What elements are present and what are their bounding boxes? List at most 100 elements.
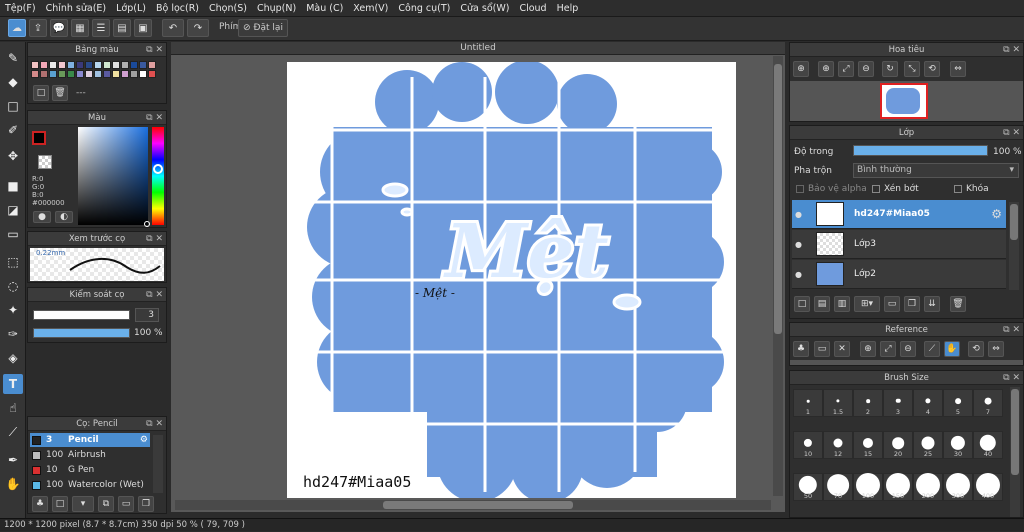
eraser-tool-icon[interactable]: ◆: [3, 72, 23, 92]
color-swatch[interactable]: [58, 61, 66, 69]
color-swatch[interactable]: [130, 61, 138, 69]
brush-size-option[interactable]: 100: [853, 472, 883, 501]
brush-size-option[interactable]: 200: [913, 472, 943, 501]
brush-opacity-slider[interactable]: [33, 328, 130, 338]
select-eraser-tool-icon[interactable]: ◈: [3, 348, 23, 368]
navigator-preview[interactable]: [790, 81, 1023, 121]
reference-close-icon[interactable]: ✕: [834, 341, 850, 357]
brush-size-option[interactable]: 30: [943, 431, 973, 459]
menu-view[interactable]: Xem(V): [348, 0, 393, 17]
eye-icon[interactable]: ●: [795, 270, 807, 279]
pen-tool-icon[interactable]: ✐: [3, 120, 23, 140]
brush-item-pencil[interactable]: 3 Pencil ⚙: [30, 433, 150, 447]
rotate-icon[interactable]: ↻: [882, 61, 898, 77]
menu-filter[interactable]: Bộ lọc(R): [151, 0, 204, 17]
panel-controls-icon[interactable]: ⧉ ✕: [146, 288, 163, 302]
hand-tool-icon[interactable]: ✋: [3, 474, 23, 494]
color-swatch[interactable]: [121, 61, 129, 69]
brush-menu-icon[interactable]: ▾: [72, 496, 94, 512]
color-swatch[interactable]: [139, 61, 147, 69]
brush-size-option[interactable]: 12: [823, 431, 853, 459]
eye-icon[interactable]: ●: [795, 240, 807, 249]
panel-controls-icon[interactable]: ⧉ ✕: [1003, 371, 1020, 385]
brush-size-option[interactable]: 1: [793, 389, 823, 417]
layer-row[interactable]: ● Lớp3: [792, 230, 1006, 259]
flip-icon[interactable]: ⇔: [950, 61, 966, 77]
panels-icon[interactable]: ▤: [113, 19, 131, 37]
zoom-in-icon[interactable]: ⊕: [793, 61, 809, 77]
copy-layer-icon[interactable]: ❐: [904, 296, 920, 312]
layer-row[interactable]: ● hd247#Miaa05 ⚙: [792, 200, 1006, 229]
brush-size-option[interactable]: 40: [973, 431, 1003, 459]
reference-open-icon[interactable]: ▭: [814, 341, 830, 357]
magic-wand-tool-icon[interactable]: ✦: [3, 300, 23, 320]
brush-size-option[interactable]: 3: [883, 389, 913, 417]
brush-item-airbrush[interactable]: 100 Airbrush: [30, 448, 150, 462]
brush-size-option[interactable]: 10: [793, 431, 823, 459]
delete-swatch-icon[interactable]: 🗑: [52, 85, 68, 101]
layers-scroll-thumb[interactable]: [1010, 204, 1018, 240]
redo-icon[interactable]: ↷: [187, 19, 209, 37]
reference-hand-icon[interactable]: ✋: [944, 341, 960, 357]
new-folder-icon[interactable]: ▭: [884, 296, 900, 312]
brush-size-slider[interactable]: [33, 310, 130, 320]
color-swatch[interactable]: [67, 70, 75, 78]
duplicate-icon[interactable]: ❐: [138, 496, 154, 512]
horizontal-scrollbar[interactable]: [175, 500, 771, 510]
zoom-out-icon[interactable]: ⊖: [858, 61, 874, 77]
color-swatch[interactable]: [31, 61, 39, 69]
layer-row[interactable]: ● Lớp2: [792, 260, 1006, 289]
zoom-in-2-icon[interactable]: ⊕: [818, 61, 834, 77]
menu-layer[interactable]: Lớp(L): [111, 0, 151, 17]
hue-cursor[interactable]: [153, 164, 163, 174]
color-swatch[interactable]: [40, 61, 48, 69]
reference-flip-icon[interactable]: ⇔: [988, 341, 1004, 357]
canvas-area[interactable]: Untitled Mệt - Mệt - hd247#Miaa05: [171, 42, 785, 512]
color-swatch[interactable]: [85, 70, 93, 78]
brush-item-watercolor[interactable]: 100 Watercolor (Wet): [30, 478, 150, 492]
reference-zoom-out-icon[interactable]: ⊖: [900, 341, 916, 357]
menu-color[interactable]: Màu (C): [301, 0, 348, 17]
document-tab[interactable]: Untitled: [171, 42, 785, 55]
color-swatch[interactable]: [49, 61, 57, 69]
add-layer-menu-icon[interactable]: ⊞▾: [854, 296, 880, 312]
blend-mode-select[interactable]: Bình thường ▾: [853, 163, 1019, 178]
panel-controls-icon[interactable]: ⧉ ✕: [1003, 126, 1020, 140]
color-mix-icon[interactable]: ◐: [55, 211, 73, 223]
panel-controls-icon[interactable]: ⧉ ✕: [146, 43, 163, 57]
horizontal-scroll-thumb[interactable]: [383, 501, 573, 509]
background-color[interactable]: [38, 155, 52, 169]
brush-size-option[interactable]: 5: [943, 389, 973, 417]
reset-view-icon[interactable]: ⟲: [924, 61, 940, 77]
brush-size-option[interactable]: 300: [943, 472, 973, 501]
color-swatch[interactable]: [58, 70, 66, 78]
color-swatch[interactable]: [67, 61, 75, 69]
color-swatch[interactable]: [112, 61, 120, 69]
reference-zoom-in-icon[interactable]: ⊕: [860, 341, 876, 357]
share-icon[interactable]: ⇪: [29, 19, 47, 37]
brush-size-option[interactable]: 50: [793, 473, 823, 501]
color-swatch[interactable]: [103, 70, 111, 78]
panel-controls-icon[interactable]: ⧉ ✕: [146, 232, 163, 246]
brush-size-option[interactable]: 400: [973, 472, 1003, 501]
color-swatch[interactable]: [85, 61, 93, 69]
menu-window[interactable]: Cửa sổ(W): [455, 0, 514, 17]
layers-scrollbar[interactable]: [1009, 202, 1019, 290]
alpha-protect-checkbox[interactable]: Bảo vệ alpha: [796, 184, 867, 194]
brush-add-icon[interactable]: ♣: [32, 496, 48, 512]
brush-size-option[interactable]: 25: [913, 431, 943, 459]
window-icon[interactable]: ▣: [134, 19, 152, 37]
color-swatch[interactable]: [49, 70, 57, 78]
color-swatch[interactable]: [148, 70, 156, 78]
color-swatch[interactable]: [94, 70, 102, 78]
color-swatch[interactable]: [103, 61, 111, 69]
color-swatch[interactable]: [112, 70, 120, 78]
layer-opacity-slider[interactable]: [853, 145, 988, 156]
reference-add-icon[interactable]: ♣: [793, 341, 809, 357]
gear-icon[interactable]: ⚙: [991, 207, 1002, 221]
new-layer-8bit-icon[interactable]: ▤: [814, 296, 830, 312]
hue-slider[interactable]: [152, 127, 164, 225]
brush-size-option[interactable]: 20: [883, 431, 913, 459]
color-swatch[interactable]: [94, 61, 102, 69]
brush-tool-icon[interactable]: ✎: [3, 48, 23, 68]
